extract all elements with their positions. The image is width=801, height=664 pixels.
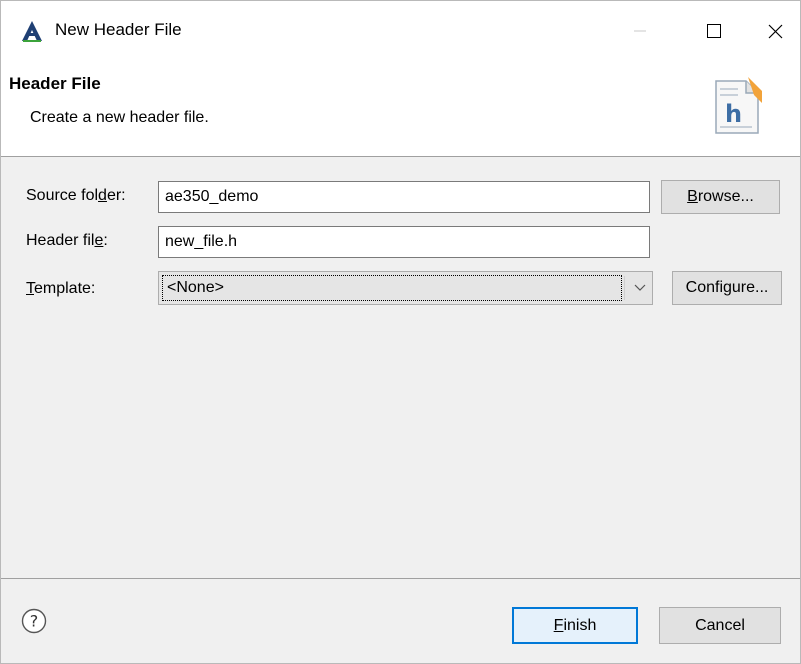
- configure-button[interactable]: Configure...: [672, 271, 782, 305]
- maximize-button[interactable]: [688, 1, 740, 61]
- header-file-label: Header file:: [26, 232, 108, 249]
- template-selected-value: <None>: [162, 275, 622, 301]
- header-file-input[interactable]: new_file.h: [158, 226, 650, 258]
- footer-separator: [1, 578, 800, 579]
- title-bar[interactable]: New Header File: [1, 1, 800, 61]
- svg-text:h: h: [725, 100, 742, 128]
- help-icon[interactable]: ?: [21, 608, 47, 634]
- finish-button[interactable]: Finish: [512, 607, 638, 644]
- close-button[interactable]: [749, 1, 801, 61]
- browse-button[interactable]: Browse...: [661, 180, 780, 214]
- maximize-icon: [707, 24, 721, 38]
- template-select[interactable]: <None>: [158, 271, 653, 305]
- chevron-down-icon: [634, 284, 646, 291]
- minimize-icon: [634, 30, 646, 32]
- eclipse-app-icon: [22, 21, 42, 42]
- banner-title: Header File: [9, 74, 101, 93]
- source-folder-label: Source folder:: [26, 187, 126, 204]
- new-header-file-dialog: New Header File Header File Create a new…: [0, 0, 801, 664]
- template-label: Template:: [26, 280, 96, 297]
- select-divider: [624, 276, 625, 300]
- wizard-banner: Header File Create a new header file. h: [1, 61, 800, 157]
- source-folder-input[interactable]: ae350_demo: [158, 181, 650, 213]
- banner-description: Create a new header file.: [30, 109, 209, 126]
- window-title: New Header File: [55, 20, 182, 39]
- header-file-h-icon: h: [715, 77, 762, 134]
- close-icon: [768, 24, 782, 38]
- minimize-button[interactable]: [614, 1, 666, 61]
- cancel-button[interactable]: Cancel: [659, 607, 781, 644]
- svg-text:?: ?: [30, 612, 39, 631]
